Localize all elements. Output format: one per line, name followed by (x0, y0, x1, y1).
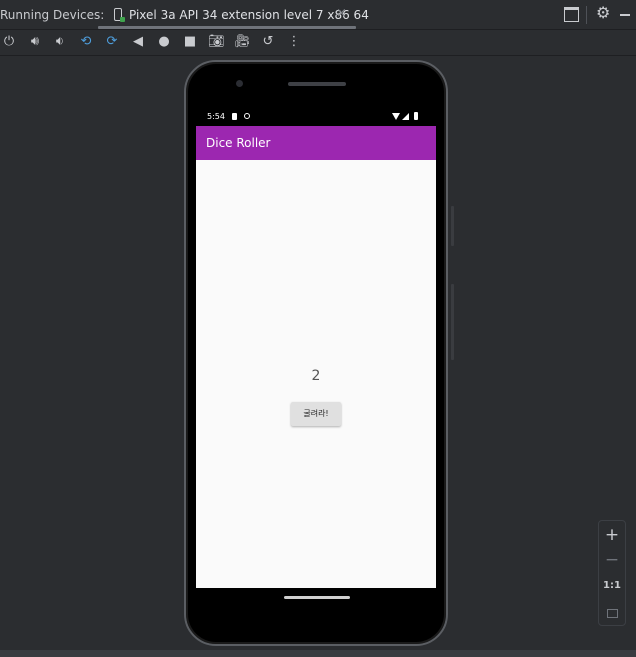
device-screen[interactable]: 5:54 Dice Roller 2 굴려라! (196, 108, 436, 588)
rotate-right-icon[interactable]: ⟳ (104, 34, 120, 50)
panel-title: Running Devices: (0, 8, 105, 22)
bottom-status-strip (0, 650, 636, 657)
fit-screen-icon (606, 609, 618, 618)
device-tab-label: Pixel 3a API 34 extension level 7 x86 64 (129, 8, 369, 22)
volume-up-icon[interactable]: 🔊︎ (27, 34, 43, 50)
roll-button[interactable]: 굴려라! (291, 402, 341, 426)
close-icon[interactable]: × (336, 6, 347, 21)
back-icon[interactable]: ◀ (130, 34, 146, 50)
device-tab[interactable]: Pixel 3a API 34 extension level 7 x86 64… (98, 0, 369, 30)
running-devices-tabbar: Running Devices: Pixel 3a API 34 extensi… (0, 0, 636, 30)
device-toolbar: ⏻ 🔊︎ 🔉︎ ⟲ ⟳ ◀ ● ■ 📷︎ 🎥︎ ↺ ⋮ (0, 30, 636, 56)
device-display-area: 5:54 Dice Roller 2 굴려라! (0, 56, 636, 650)
more-options-icon[interactable]: ⋮ (286, 34, 302, 50)
power-key (451, 284, 454, 360)
zoom-in-button[interactable]: + (599, 523, 625, 547)
status-bar: 5:54 (196, 108, 436, 126)
device-phone-icon (114, 8, 125, 22)
home-icon[interactable]: ● (156, 34, 172, 50)
rotate-left-icon[interactable]: ⟲ (78, 34, 94, 50)
app-content: 2 굴려라! (196, 160, 436, 588)
overview-icon[interactable]: ■ (182, 34, 198, 50)
app-title: Dice Roller (206, 136, 271, 150)
app-bar: Dice Roller (196, 126, 436, 160)
gear-icon[interactable]: ⚙ (596, 5, 611, 21)
volume-key (451, 206, 454, 246)
zoom-controls: + − 1:1 (598, 520, 626, 626)
zoom-to-fit-button[interactable] (599, 601, 625, 625)
zoom-out-button[interactable]: − (599, 548, 625, 572)
maximize-icon[interactable] (564, 7, 579, 22)
camera-icon[interactable]: 📷︎ (208, 34, 225, 50)
divider (586, 6, 587, 24)
status-time: 5:54 (207, 112, 225, 121)
front-camera (236, 80, 243, 87)
gesture-nav-bar (196, 588, 436, 632)
power-icon[interactable]: ⏻ (1, 34, 17, 50)
dice-result-text: 2 (311, 368, 321, 384)
wifi-icon (392, 113, 400, 120)
active-tab-indicator (98, 26, 356, 29)
phone-frame: 5:54 Dice Roller 2 굴려라! (184, 60, 448, 646)
minimize-icon[interactable] (620, 14, 630, 16)
home-gesture-pill[interactable] (284, 596, 350, 599)
actual-size-button[interactable]: 1:1 (599, 574, 625, 598)
snapshot-history-icon[interactable]: ↺ (260, 34, 276, 50)
cell-signal-icon (402, 113, 409, 120)
screen-record-icon[interactable]: 🎥︎ (234, 34, 251, 50)
volume-down-icon[interactable]: 🔉︎ (52, 34, 68, 50)
sd-card-icon (232, 113, 237, 120)
battery-icon (414, 112, 418, 120)
sync-icon (244, 113, 250, 119)
earpiece-speaker (288, 82, 346, 86)
